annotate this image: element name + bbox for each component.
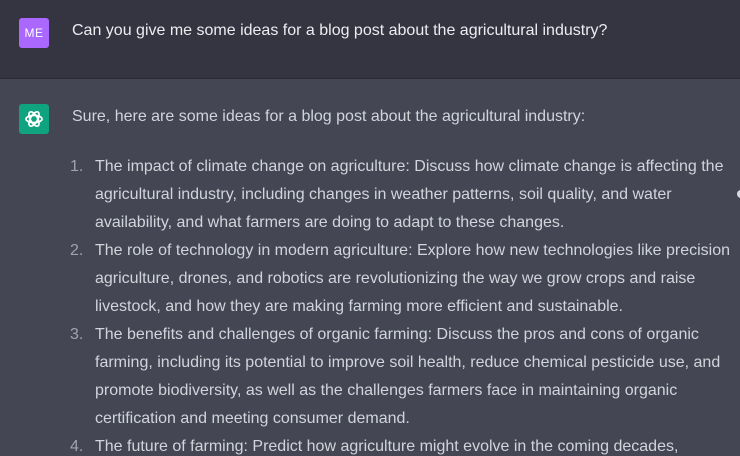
list-item-number: 4. xyxy=(70,438,84,455)
list-item-number: 3. xyxy=(70,326,84,343)
list-item-text: The future of farming: Predict how agric… xyxy=(95,438,679,455)
list-item: 3. The benefits and challenges of organi… xyxy=(70,321,732,433)
list-item-number: 1. xyxy=(70,158,84,175)
list-item: 2. The role of technology in modern agri… xyxy=(70,237,732,321)
assistant-avatar xyxy=(19,104,49,134)
list-item: 4. The future of farming: Predict how ag… xyxy=(70,433,732,456)
user-message-text: Can you give me some ideas for a blog po… xyxy=(72,22,608,39)
list-item-number: 2. xyxy=(70,242,84,259)
assistant-intro-text: Sure, here are some ideas for a blog pos… xyxy=(72,108,586,125)
list-item: 1. The impact of climate change on agric… xyxy=(70,153,732,237)
user-message-row: ME Can you give me some ideas for a blog… xyxy=(0,0,740,79)
openai-logo-icon xyxy=(25,110,43,128)
list-item-text: The impact of climate change on agricult… xyxy=(95,158,724,231)
list-item-text: The benefits and challenges of organic f… xyxy=(95,326,721,427)
assistant-message-row: Sure, here are some ideas for a blog pos… xyxy=(0,79,740,456)
list-item-text: The role of technology in modern agricul… xyxy=(95,242,731,315)
answer-list: 1. The impact of climate change on agric… xyxy=(70,153,732,456)
user-avatar: ME xyxy=(19,18,49,48)
